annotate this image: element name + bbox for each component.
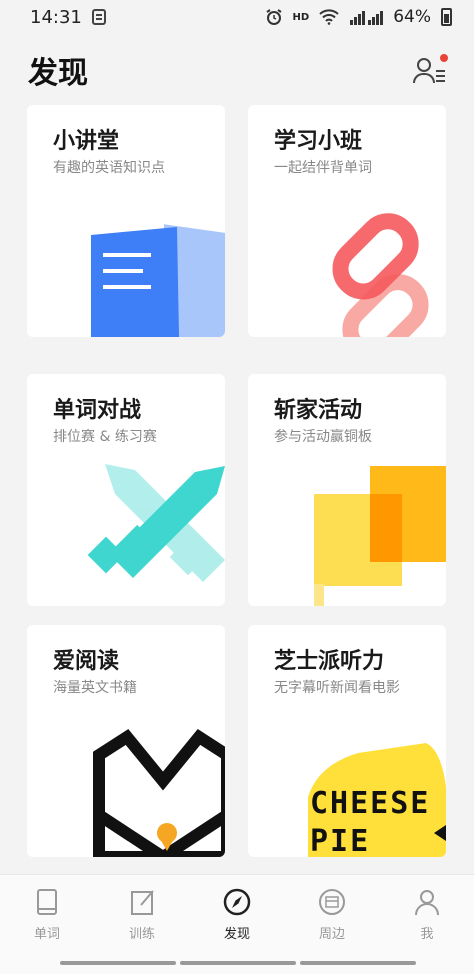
nav-item-words[interactable]: 单词: [12, 887, 82, 947]
card-title: 小讲堂: [53, 129, 120, 154]
card-cheese-pie[interactable]: 芝士派听力 无字幕听新闻看电影 CHEESE PIE: [248, 625, 446, 857]
home-indicator: [300, 961, 416, 965]
card-title: 芝士派听力: [274, 649, 385, 674]
status-left: 14:31: [30, 7, 106, 28]
cheese-pie-logo-text: CHEESE PIE: [310, 786, 431, 857]
battery-level: 64%: [393, 7, 431, 27]
card-title: 斩家活动: [274, 398, 363, 423]
user-list-icon-body: [413, 73, 435, 83]
status-time: 14:31: [30, 6, 82, 28]
signal-icon: [350, 11, 384, 25]
card-title: 单词对战: [53, 398, 142, 423]
header: 发现: [0, 40, 474, 100]
alarm-icon: [265, 9, 282, 25]
nav-label: 训练: [128, 927, 155, 942]
notification-icon: [91, 9, 106, 25]
shop-icon: [319, 889, 345, 915]
book-icon: [37, 889, 57, 915]
wifi-icon: [319, 9, 339, 25]
card-reading[interactable]: 爱阅读 海量英文书籍: [27, 625, 225, 857]
battery-icon: [441, 8, 452, 26]
card-word-battle[interactable]: 单词对战 排位赛 & 练习赛: [27, 374, 225, 606]
status-bar: 14:31 HD 64%: [0, 0, 474, 34]
edit-icon: [131, 890, 154, 915]
notification-dot: [440, 54, 448, 62]
nav-label: 我: [420, 927, 434, 942]
nav-item-me[interactable]: 我: [392, 887, 462, 947]
card-study-group[interactable]: 学习小班 一起结伴背单词: [248, 105, 446, 337]
nav-item-nearby[interactable]: 周边: [297, 887, 367, 947]
status-right: HD 64%: [265, 7, 452, 27]
nav-item-training[interactable]: 训练: [107, 887, 177, 947]
user-list-icon-lines: [436, 70, 445, 72]
compass-icon: [223, 888, 251, 916]
card-subtitle: 参与活动赢铜板: [274, 429, 372, 445]
card-subtitle: 排位赛 & 练习赛: [53, 429, 157, 445]
nav-label: 周边: [318, 927, 345, 942]
nav-label: 发现: [223, 927, 250, 942]
user-list-button[interactable]: [412, 53, 448, 87]
home-indicator: [60, 961, 176, 965]
person-icon: [415, 890, 439, 916]
card-lecture[interactable]: 小讲堂 有趣的英语知识点: [27, 105, 225, 337]
card-title: 爱阅读: [53, 649, 120, 674]
card-subtitle: 无字幕听新闻看电影: [274, 680, 400, 696]
nav-item-discover[interactable]: 发现: [202, 887, 272, 947]
card-events[interactable]: 斩家活动 参与活动赢铜板: [248, 374, 446, 606]
home-indicator: [180, 961, 296, 965]
user-list-icon: [417, 58, 431, 72]
nav-label: 单词: [33, 927, 60, 942]
hd-indicator: HD: [292, 11, 310, 23]
card-subtitle: 一起结伴背单词: [274, 160, 372, 176]
card-subtitle: 海量英文书籍: [53, 680, 137, 696]
card-title: 学习小班: [274, 129, 363, 154]
card-subtitle: 有趣的英语知识点: [53, 160, 165, 176]
bottom-nav: 单词 训练 发现 周边 我: [0, 874, 474, 974]
page-title: 发现: [28, 56, 88, 91]
